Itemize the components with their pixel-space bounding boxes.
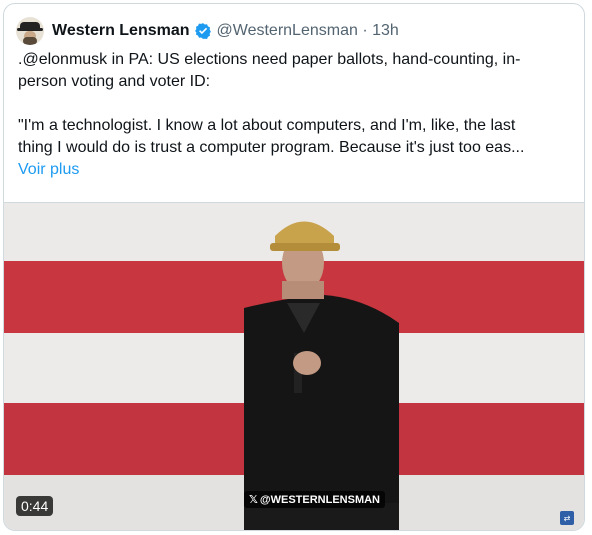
tweet-body: .@elonmusk in PA: US elections need pape… (18, 51, 525, 156)
x-logo-icon: 𝕏 (249, 494, 258, 506)
video-duration: 0:44 (16, 496, 54, 516)
video-player[interactable]: 0:44 𝕏 @WESTERNLENSMAN ⇄ (4, 202, 584, 530)
video-frame (4, 203, 584, 530)
author-name[interactable]: Western Lensman (52, 22, 190, 40)
handle-and-time[interactable]: @WesternLensman · 13h (217, 22, 399, 40)
tweet-text: .@elonmusk in PA: US elections need pape… (18, 49, 574, 181)
watermark: 𝕏 @WESTERNLENSMAN (244, 491, 385, 508)
translate-badge-icon[interactable]: ⇄ (560, 511, 574, 525)
watermark-text: @WESTERNLENSMAN (259, 493, 380, 506)
show-more-link[interactable]: Voir plus (18, 161, 79, 178)
tweet-header: Western Lensman @WesternLensman · 13h (16, 17, 399, 45)
tweet-card[interactable]: Western Lensman @WesternLensman · 13h .@… (3, 3, 585, 531)
verified-badge-icon (194, 23, 211, 39)
avatar[interactable] (16, 17, 44, 45)
